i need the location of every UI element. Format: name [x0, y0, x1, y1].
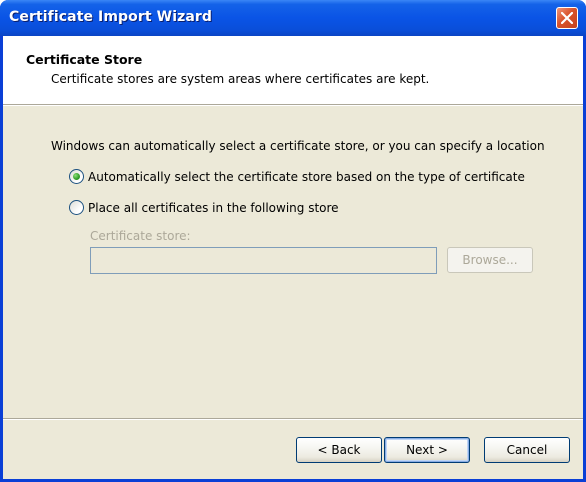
place-in-store-option[interactable]: Place all certificates in the following … [69, 200, 339, 215]
page-subtitle: Certificate stores are system areas wher… [51, 72, 430, 86]
window-title: Certificate Import Wizard [9, 9, 213, 25]
auto-select-option[interactable]: Automatically select the certificate sto… [69, 169, 525, 184]
title-bar[interactable]: Certificate Import Wizard [0, 0, 586, 36]
footer-divider [3, 418, 583, 420]
header-divider [3, 104, 583, 106]
place-in-store-label[interactable]: Place all certificates in the following … [88, 201, 339, 215]
place-in-store-radio[interactable] [69, 200, 84, 215]
cancel-button[interactable]: Cancel [484, 437, 570, 463]
close-icon [561, 12, 573, 24]
certificate-store-label: Certificate store: [90, 229, 191, 243]
intro-text: Windows can automatically select a certi… [51, 139, 545, 153]
auto-select-label[interactable]: Automatically select the certificate sto… [88, 170, 525, 184]
auto-select-radio[interactable] [69, 169, 84, 184]
page-title: Certificate Store [26, 52, 143, 67]
close-button[interactable] [556, 7, 578, 29]
browse-button: Browse... [447, 247, 533, 273]
back-button[interactable]: < Back [296, 437, 382, 463]
wizard-window: Certificate Import Wizard Certificate St… [0, 0, 586, 482]
next-button[interactable]: Next > [384, 437, 470, 463]
certificate-store-field [90, 247, 437, 274]
wizard-header: Certificate Store Certificate stores are… [3, 36, 583, 104]
